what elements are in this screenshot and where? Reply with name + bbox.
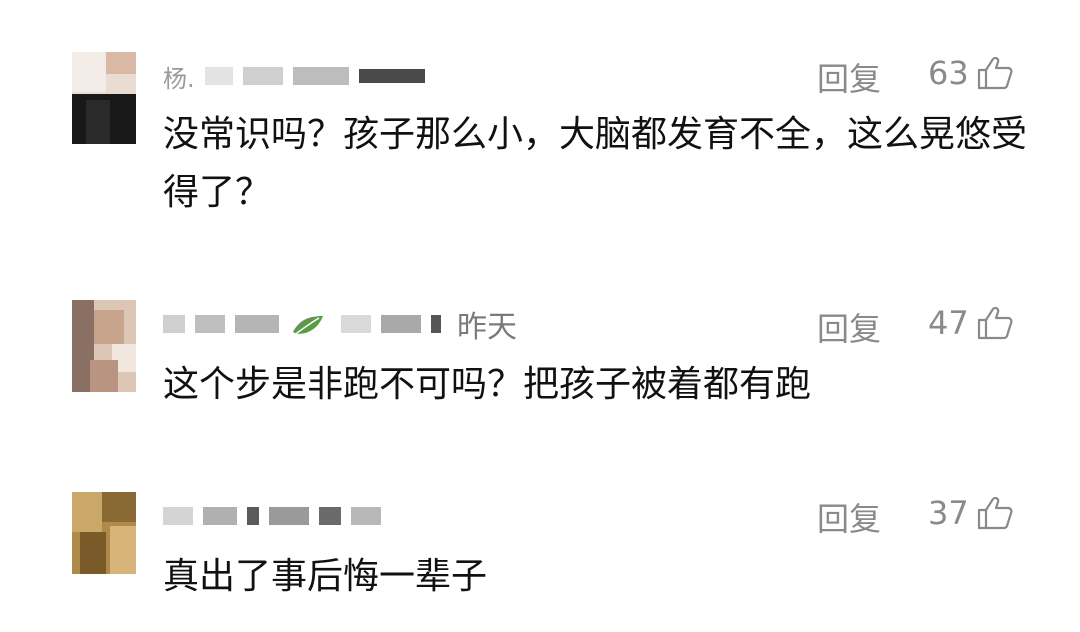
username-row: 杨. — [163, 56, 435, 96]
comment-item: 昨天 回复 47 这个步是非跑不可吗？把孩子被着都有跑 — [0, 250, 1080, 460]
leaf-icon — [292, 316, 323, 337]
comment-item: 回复 37 真出了事后悔一辈子 — [0, 460, 1080, 632]
like-button[interactable]: 47 — [928, 304, 1013, 342]
username-redacted — [319, 507, 341, 525]
username-redacted — [247, 507, 259, 525]
username-redacted — [341, 315, 371, 333]
reply-button[interactable]: 回复 — [817, 494, 881, 540]
avatar[interactable] — [72, 300, 136, 392]
username-redacted — [204, 67, 233, 85]
comment-time: 昨天 — [457, 310, 517, 345]
username-row — [163, 496, 391, 536]
username-redacted — [195, 315, 225, 333]
reply-button[interactable]: 回复 — [817, 304, 881, 350]
avatar[interactable] — [72, 492, 136, 574]
username[interactable]: 杨. — [163, 59, 195, 94]
username-redacted — [163, 507, 193, 525]
like-button[interactable]: 63 — [928, 54, 1013, 92]
comment-text: 没常识吗？孩子那么小，大脑都发育不全，这么晃悠受得了？ — [163, 114, 1028, 213]
like-count: 47 — [928, 304, 969, 342]
avatar[interactable] — [72, 52, 136, 144]
username-redacted — [381, 315, 421, 333]
comment-text: 真出了事后悔一辈子 — [163, 556, 488, 597]
username-redacted — [351, 507, 381, 525]
username-redacted — [163, 315, 185, 333]
like-count: 37 — [928, 494, 969, 532]
username-redacted — [242, 67, 283, 85]
username-redacted — [203, 507, 237, 525]
like-button[interactable]: 37 — [928, 494, 1013, 532]
username-redacted — [235, 315, 279, 333]
thumbs-up-icon — [977, 56, 1013, 90]
like-count: 63 — [928, 54, 969, 92]
username-redacted — [431, 315, 441, 333]
comment-text: 这个步是非跑不可吗？把孩子被着都有跑 — [163, 364, 812, 405]
thumbs-up-icon — [977, 496, 1013, 530]
thumbs-up-icon — [977, 306, 1013, 340]
username-row: 昨天 — [163, 304, 517, 345]
username-redacted — [358, 69, 425, 83]
username-redacted — [292, 67, 349, 85]
reply-button[interactable]: 回复 — [817, 54, 881, 100]
comment-item: 杨. 回复 63 没常识吗？孩子那么小，大脑都发育不全，这么晃悠受得了？ — [0, 0, 1080, 250]
username-redacted — [269, 507, 309, 525]
